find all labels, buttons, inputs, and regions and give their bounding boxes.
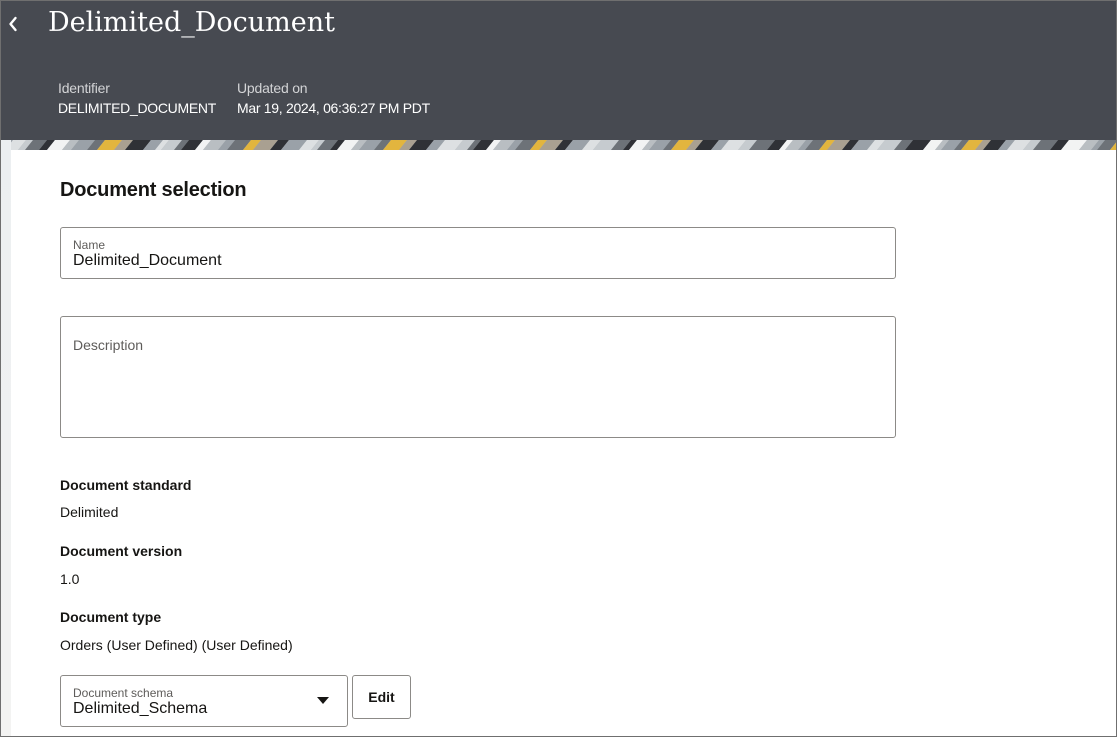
document-type-label: Document type (60, 609, 162, 625)
caret-down-icon[interactable] (317, 697, 329, 704)
document-schema-value: Delimited_Schema (73, 700, 208, 717)
document-type-value: Orders (User Defined) (User Defined) (60, 637, 293, 653)
chevron-left-icon (8, 16, 18, 32)
updated-meta: Updated on Mar 19, 2024, 06:36:27 PM PDT (237, 80, 430, 116)
document-version-value: 1.0 (60, 571, 80, 587)
back-button[interactable] (1, 7, 25, 41)
section-title: Document selection (60, 179, 247, 201)
document-standard-label: Document standard (60, 477, 192, 493)
page-title: Delimited_Document (48, 7, 335, 38)
left-decor-strip (1, 140, 11, 736)
page-frame: Delimited_Document Identifier DELIMITED_… (0, 0, 1117, 737)
updated-label: Updated on (237, 80, 308, 96)
updated-value: Mar 19, 2024, 06:36:27 PM PDT (237, 100, 430, 116)
description-field[interactable]: Description (60, 316, 896, 438)
edit-schema-button[interactable]: Edit (352, 675, 411, 719)
name-input[interactable]: Delimited_Document (73, 252, 222, 270)
document-schema-select[interactable]: Document schema Delimited_Schema (60, 675, 348, 727)
document-schema-label: Document schema (73, 686, 174, 700)
name-field[interactable]: Name Delimited_Document (60, 227, 896, 279)
description-label: Description (73, 337, 144, 353)
page-header: Delimited_Document Identifier DELIMITED_… (1, 1, 1116, 151)
identifier-value: DELIMITED_DOCUMENT (58, 100, 216, 116)
name-label: Name (73, 238, 106, 252)
identifier-meta: Identifier DELIMITED_DOCUMENT (58, 80, 216, 116)
header-pattern-banner (11, 140, 1116, 150)
identifier-label: Identifier (58, 80, 110, 96)
document-version-label: Document version (60, 543, 183, 559)
document-standard-value: Delimited (60, 504, 119, 520)
